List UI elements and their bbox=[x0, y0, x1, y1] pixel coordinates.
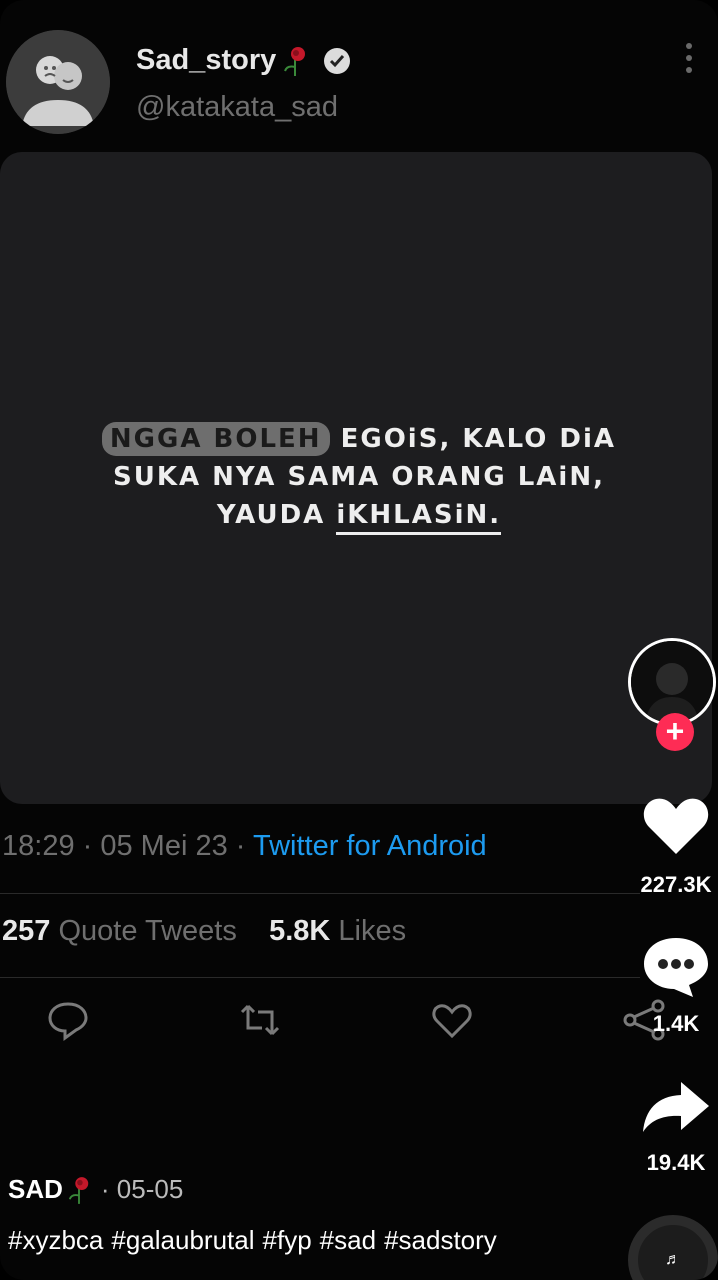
caption-date-text: 05-05 bbox=[116, 1174, 184, 1204]
heart-icon[interactable] bbox=[641, 794, 711, 858]
caption-username-text: SAD bbox=[8, 1174, 63, 1204]
rose-emoji-icon bbox=[284, 46, 306, 76]
hashtag[interactable]: #xyzbca bbox=[8, 1225, 103, 1255]
quote-text: NGGA BOLEH EGOiS, KALO DiA SUKA NYA SAMA… bbox=[0, 420, 718, 535]
like-count: 227.3K bbox=[640, 872, 712, 897]
author-name[interactable]: Sad_story bbox=[136, 44, 352, 77]
quote-underlined: iKHLASiN. bbox=[336, 500, 502, 535]
hashtag[interactable]: #fyp bbox=[263, 1225, 312, 1255]
more-vertical-icon[interactable] bbox=[680, 40, 698, 76]
tweet-timestamp: 18:29 · 05 Mei 23 · Twitter for Android bbox=[2, 830, 487, 862]
quote-line-2: SUKA NYA SAMA ORANG LAiN, bbox=[113, 462, 605, 492]
comment-count: 1.4K bbox=[652, 1011, 700, 1036]
quote-line-1-rest: EGOiS, KALO DiA bbox=[329, 424, 617, 454]
hashtag[interactable]: #sadstory bbox=[384, 1225, 497, 1255]
quote-line-3: YAUDA iKHLASiN. bbox=[0, 496, 718, 535]
people-avatar-icon bbox=[6, 30, 110, 134]
tweet-date: 05 Mei 23 bbox=[100, 830, 228, 862]
tweet-source[interactable]: Twitter for Android bbox=[253, 830, 487, 862]
reply-icon[interactable] bbox=[46, 998, 90, 1042]
music-disc[interactable]: ♬ bbox=[628, 1215, 718, 1280]
likes-label[interactable]: Likes bbox=[338, 915, 406, 947]
quote-highlight: NGGA BOLEH bbox=[101, 422, 330, 456]
follow-button[interactable]: + bbox=[656, 713, 694, 751]
video-frame: Sad_story @katakata_sad NGGA BOLEH EGOiS… bbox=[0, 0, 718, 1280]
verified-badge-icon bbox=[324, 47, 351, 74]
author-name-text: Sad_story bbox=[136, 44, 277, 76]
quote-line-3-pre: YAUDA bbox=[216, 500, 337, 530]
caption-date: · 05-05 bbox=[100, 1174, 184, 1204]
rose-emoji-icon bbox=[68, 1176, 89, 1204]
hashtag[interactable]: #sad bbox=[320, 1225, 376, 1255]
quote-tweets-label[interactable]: Quote Tweets bbox=[58, 915, 236, 947]
comment-icon[interactable] bbox=[641, 934, 711, 1000]
divider bbox=[0, 893, 640, 894]
author-avatar[interactable] bbox=[6, 30, 110, 134]
quote-line-1: NGGA BOLEH EGOiS, KALO DiA bbox=[0, 420, 718, 458]
retweet-icon[interactable] bbox=[238, 998, 282, 1042]
quote-tweets-count[interactable]: 257 bbox=[2, 915, 50, 947]
like-outline-icon[interactable] bbox=[430, 998, 474, 1042]
hashtag[interactable]: #galaubrutal bbox=[111, 1225, 254, 1255]
share-count: 19.4K bbox=[646, 1150, 706, 1175]
tweet-time: 18:29 bbox=[2, 830, 75, 862]
music-note-icon: ♬ bbox=[665, 1251, 681, 1268]
caption-hashtags: #xyzbca #galaubrutal #fyp #sad #sadstory bbox=[8, 1225, 548, 1256]
creator-avatar-image bbox=[631, 641, 713, 723]
share-arrow-icon[interactable] bbox=[641, 1078, 711, 1136]
tweet-stats: 257 Quote Tweets 5.8K Likes bbox=[2, 915, 406, 948]
caption-username[interactable]: SAD · 05-05 bbox=[8, 1174, 183, 1205]
author-handle[interactable]: @katakata_sad bbox=[136, 91, 338, 124]
likes-count[interactable]: 5.8K bbox=[269, 915, 330, 947]
divider bbox=[0, 977, 640, 978]
